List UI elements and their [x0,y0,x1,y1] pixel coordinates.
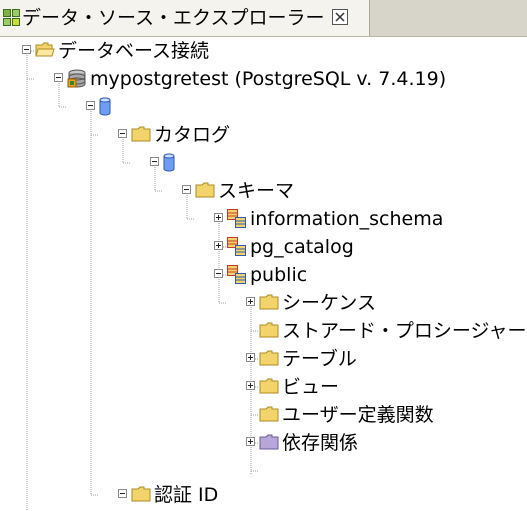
folder-icon [195,181,215,203]
tab-title: データ・ソース・エクスプローラー [22,7,325,29]
collapse-toggle[interactable] [54,73,63,82]
tree-node-schema-information-schema[interactable]: information_schema [0,205,527,233]
data-source-explorer-tab[interactable]: データ・ソース・エクスプローラー [0,0,370,36]
tree-node-schema-pg-catalog[interactable]: pg_catalog [0,233,527,261]
folder-icon [259,321,279,343]
tree-node-label: テーブル [282,348,357,370]
tree-node-label: データベース接続 [58,40,210,62]
explorer-tree[interactable]: データベース接続 mypostgretest (PostgreSQL v. 7.… [0,37,527,511]
tree-node-label: ビュー [282,376,340,398]
collapse-toggle[interactable] [86,101,95,110]
schema-icon [227,209,247,233]
folder-icon [259,377,279,399]
tree-node-authorization-ids[interactable]: 認証 ID [0,481,300,509]
collapse-toggle[interactable] [214,269,223,278]
tree-node-label: ユーザー定義関数 [282,404,434,426]
folder-icon [131,125,151,147]
folder-icon [259,293,279,315]
collapse-toggle[interactable] [22,45,31,54]
expand-toggle[interactable] [246,437,255,446]
data-source-explorer-view: データ・ソース・エクスプローラー データベース接続 mypostgretest … [0,0,527,511]
collapse-toggle[interactable] [150,157,159,166]
database-icon [163,153,175,177]
database-explorer-icon [3,9,20,30]
tree-node-dependencies[interactable]: 依存関係 [0,429,527,457]
expand-toggle[interactable] [246,297,255,306]
folder-icon [259,433,279,455]
tree-node-schemas[interactable]: スキーマ [0,177,320,205]
tree-node-stored-procedures[interactable]: ストアード・プロシージャー [0,317,527,345]
tree-node-database[interactable] [0,93,120,121]
tree-node-label: シーケンス [282,292,377,314]
tree-node-catalogs[interactable]: カタログ [0,121,260,149]
tree-node-label: information_schema [250,208,444,230]
database-icon [67,69,87,93]
view-tab-bar: データ・ソース・エクスプローラー [0,0,527,37]
tree-node-label: pg_catalog [250,236,354,258]
folder-icon [131,485,151,507]
collapse-toggle[interactable] [118,489,127,498]
folder-icon [35,41,55,63]
tree-node-catalog[interactable] [0,149,185,177]
collapse-toggle[interactable] [182,185,191,194]
tree-node-sequences[interactable]: シーケンス [0,289,527,317]
tree-node-label: mypostgretest (PostgreSQL v. 7.4.19) [90,68,447,90]
tree-node-label: スキーマ [218,180,295,202]
tree-node-tables[interactable]: テーブル [0,345,527,373]
tree-node-label: public [250,264,308,286]
folder-icon [259,349,279,371]
schema-icon [227,237,247,261]
tree-node-connection[interactable]: mypostgretest (PostgreSQL v. 7.4.19) [0,65,527,93]
schema-icon [227,265,247,289]
expand-toggle[interactable] [214,213,223,222]
expand-toggle[interactable] [246,381,255,390]
tree-node-database-connections[interactable]: データベース接続 [0,37,300,65]
folder-icon [259,405,279,427]
expand-toggle[interactable] [214,241,223,250]
collapse-toggle[interactable] [118,129,127,138]
database-icon [99,97,111,121]
tree-node-label: カタログ [154,124,231,146]
expand-toggle[interactable] [246,353,255,362]
tree-node-label: 依存関係 [282,432,359,454]
tree-node-label: ストアード・プロシージャー [282,320,527,342]
tree-node-schema-public[interactable]: public [0,261,527,289]
tree-node-label: 認証 ID [154,484,219,506]
tree-node-user-defined-functions[interactable]: ユーザー定義関数 [0,401,527,429]
close-icon[interactable] [332,9,348,25]
tree-node-views[interactable]: ビュー [0,373,527,401]
